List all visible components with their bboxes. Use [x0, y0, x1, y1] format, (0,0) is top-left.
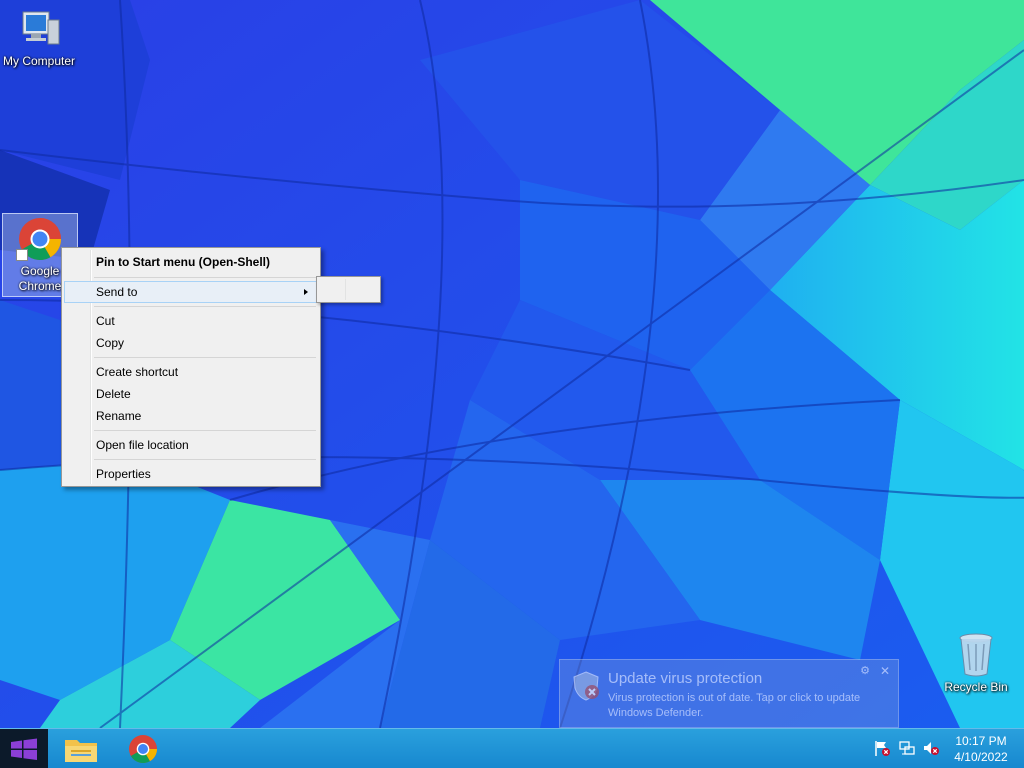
network-icon[interactable]	[898, 739, 916, 757]
menu-item-label: Send to	[96, 285, 138, 299]
volume-muted-icon[interactable]	[922, 739, 940, 757]
menu-separator	[94, 274, 318, 281]
taskbar-chrome-button[interactable]	[119, 729, 167, 768]
menu-separator	[94, 303, 318, 310]
notification-body: Virus protection is out of date. Tap or …	[608, 692, 861, 719]
taskbar-file-explorer-button[interactable]	[57, 729, 105, 768]
menu-item-properties[interactable]: Properties	[64, 463, 318, 485]
taskbar-clock[interactable]: 10:17 PM 4/10/2022	[945, 733, 1017, 765]
menu-item-pin-to-start[interactable]: Pin to Start menu (Open-Shell)	[64, 250, 318, 274]
menu-separator	[94, 456, 318, 463]
shield-warning-icon	[573, 671, 599, 701]
menu-item-send-to[interactable]: Send to	[64, 281, 318, 303]
context-menu: Pin to Start menu (Open-Shell) Send to C…	[61, 247, 321, 487]
menu-item-open-file-location[interactable]: Open file location	[64, 434, 318, 456]
computer-icon	[22, 11, 60, 45]
clock-date: 4/10/2022	[954, 750, 1008, 764]
desktop-icon-my-computer[interactable]: My Computer	[0, 8, 78, 69]
windows-logo-icon	[11, 738, 37, 760]
notification-toast[interactable]: Update virus protection Virus protection…	[559, 659, 899, 728]
notification-title: Update virus protection	[608, 670, 763, 687]
menu-item-cut[interactable]: Cut	[64, 310, 318, 332]
start-button[interactable]	[0, 729, 48, 768]
menu-separator	[94, 354, 318, 361]
desktop-icon-label: Google Chrome	[18, 264, 62, 293]
taskbar: 10:17 PM 4/10/2022	[0, 728, 1024, 768]
menu-separator	[94, 427, 318, 434]
desktop-icon-recycle-bin[interactable]: Recycle Bin	[938, 630, 1014, 695]
desktop-icon-label: Recycle Bin	[944, 680, 1008, 694]
clock-time: 10:17 PM	[955, 734, 1007, 748]
menu-item-delete[interactable]: Delete	[64, 383, 318, 405]
chrome-icon	[129, 735, 157, 763]
settings-icon[interactable]: ⚙	[860, 664, 870, 677]
recycle-bin-icon	[959, 633, 993, 677]
menu-item-copy[interactable]: Copy	[64, 332, 318, 354]
file-explorer-icon	[65, 740, 97, 762]
send-to-submenu[interactable]	[316, 276, 381, 303]
desktop-icon-label: My Computer	[2, 54, 76, 68]
menu-item-create-shortcut[interactable]: Create shortcut	[64, 361, 318, 383]
menu-item-rename[interactable]: Rename	[64, 405, 318, 427]
close-icon[interactable]: ✕	[880, 664, 890, 678]
shortcut-arrow-icon	[16, 249, 28, 261]
action-center-flag-icon[interactable]	[873, 739, 891, 757]
submenu-arrow-icon	[304, 289, 308, 295]
